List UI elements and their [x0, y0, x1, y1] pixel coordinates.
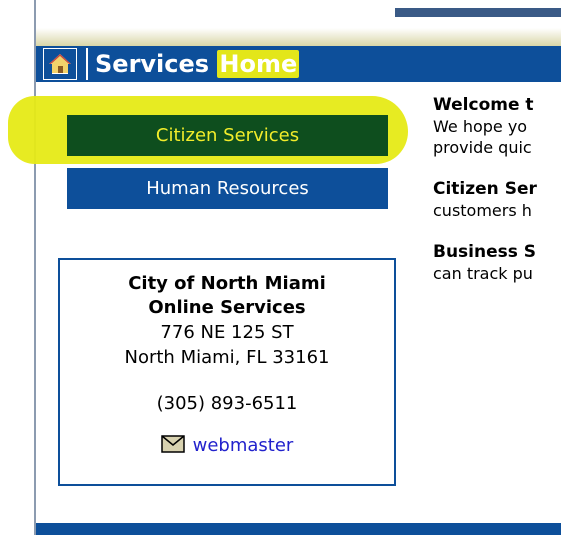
header-band: [36, 28, 561, 46]
address-line1: 776 NE 125 ST: [160, 322, 294, 343]
webmaster-row: webmaster: [60, 434, 394, 458]
citizen-services-heading: Citizen Ser: [433, 179, 537, 199]
page-title: Services Home: [95, 48, 300, 80]
human-resources-button[interactable]: Human Resources: [67, 168, 388, 209]
address-line2: North Miami, FL 33161: [124, 347, 330, 368]
org-name-line2: Online Services: [148, 297, 306, 318]
envelope-icon: [160, 435, 185, 453]
welcome-heading: Welcome t: [433, 95, 534, 115]
phone-number: (305) 893-6511: [156, 393, 298, 414]
contact-card: City of North Miami Online Services 776 …: [58, 258, 396, 486]
title-prefix: Services: [95, 50, 218, 78]
welcome-text-line2: provide quic: [433, 138, 532, 157]
business-services-text: can track pu: [433, 264, 533, 283]
title-highlight: Home: [217, 50, 300, 78]
content-panel: Welcome t We hope yo provide quic Citize…: [433, 95, 561, 284]
webmaster-link[interactable]: webmaster: [193, 435, 294, 456]
footer-bar: [36, 523, 561, 535]
business-services-heading: Business S: [433, 242, 537, 262]
home-button[interactable]: [43, 48, 77, 80]
org-name-line1: City of North Miami: [128, 273, 326, 294]
citizen-services-button[interactable]: Citizen Services: [67, 115, 388, 156]
header-separator: [86, 48, 88, 80]
citizen-services-text: customers h: [433, 201, 532, 220]
house-icon: [49, 54, 71, 74]
welcome-text-line1: We hope yo: [433, 117, 528, 136]
top-nav-bar: [395, 8, 561, 17]
